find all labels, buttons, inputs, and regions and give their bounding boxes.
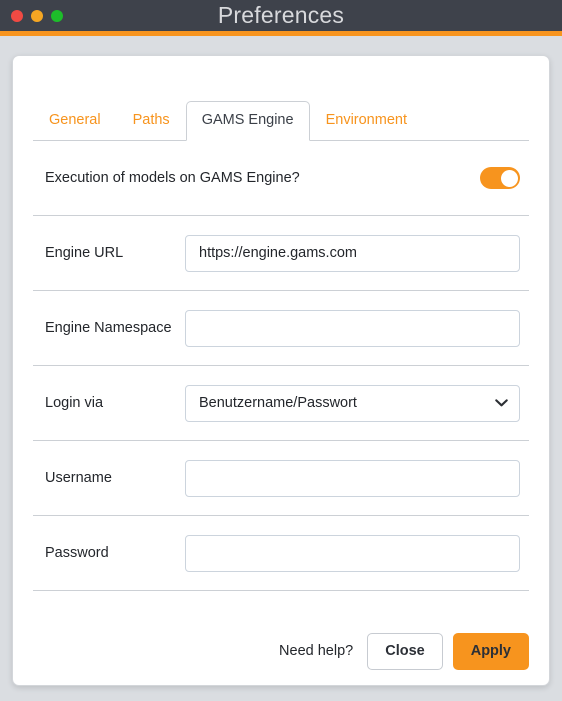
username-input[interactable] — [185, 459, 520, 497]
preferences-window: Preferences General Paths GAMS Engine En… — [0, 0, 562, 701]
engine-namespace-input[interactable] — [185, 309, 520, 347]
execution-toggle-label: Execution of models on GAMS Engine? — [45, 170, 300, 186]
password-input[interactable] — [185, 534, 520, 572]
minimize-window-icon[interactable] — [31, 9, 43, 22]
toggle-knob — [500, 169, 518, 187]
username-control — [185, 459, 529, 497]
row-engine-namespace: Engine Namespace — [33, 291, 529, 366]
traffic-light-group — [11, 0, 63, 31]
accent-bar — [0, 31, 562, 36]
row-engine-url: Engine URL — [33, 216, 529, 291]
execution-toggle-control — [480, 167, 529, 189]
engine-url-control — [185, 234, 529, 272]
title-bar: Preferences — [0, 0, 562, 31]
apply-button[interactable]: Apply — [452, 632, 529, 670]
engine-url-label: Engine URL — [45, 245, 124, 261]
tab-general[interactable]: General — [33, 101, 117, 141]
row-execution-toggle: Execution of models on GAMS Engine? — [33, 141, 529, 216]
password-label: Password — [45, 545, 109, 561]
tab-environment[interactable]: Environment — [310, 101, 423, 141]
zoom-window-icon[interactable] — [51, 9, 63, 22]
login-via-select-wrapper — [185, 384, 520, 422]
engine-namespace-control — [185, 309, 529, 347]
row-username: Username — [33, 441, 529, 516]
login-via-select[interactable] — [185, 384, 520, 422]
row-login-via: Login via — [33, 366, 529, 441]
settings-rows: Execution of models on GAMS Engine? Engi… — [33, 141, 529, 591]
execution-toggle-switch[interactable] — [480, 167, 520, 189]
tab-paths[interactable]: Paths — [117, 101, 186, 141]
preferences-card: General Paths GAMS Engine Environment Ex… — [12, 55, 550, 686]
dialog-footer: Need help? Close Apply — [13, 617, 549, 685]
login-via-control — [185, 384, 529, 422]
login-via-label: Login via — [45, 395, 104, 411]
tab-gams-engine[interactable]: GAMS Engine — [185, 101, 310, 141]
row-password: Password — [33, 516, 529, 591]
close-window-icon[interactable] — [11, 9, 23, 22]
engine-url-input[interactable] — [185, 234, 520, 272]
need-help-text[interactable]: Need help? — [279, 643, 353, 659]
window-title: Preferences — [217, 2, 345, 28]
engine-namespace-label: Engine Namespace — [45, 320, 172, 336]
password-control — [185, 534, 529, 572]
tab-bar: General Paths GAMS Engine Environment — [33, 101, 529, 141]
close-button[interactable]: Close — [367, 632, 443, 670]
username-label: Username — [45, 470, 112, 486]
